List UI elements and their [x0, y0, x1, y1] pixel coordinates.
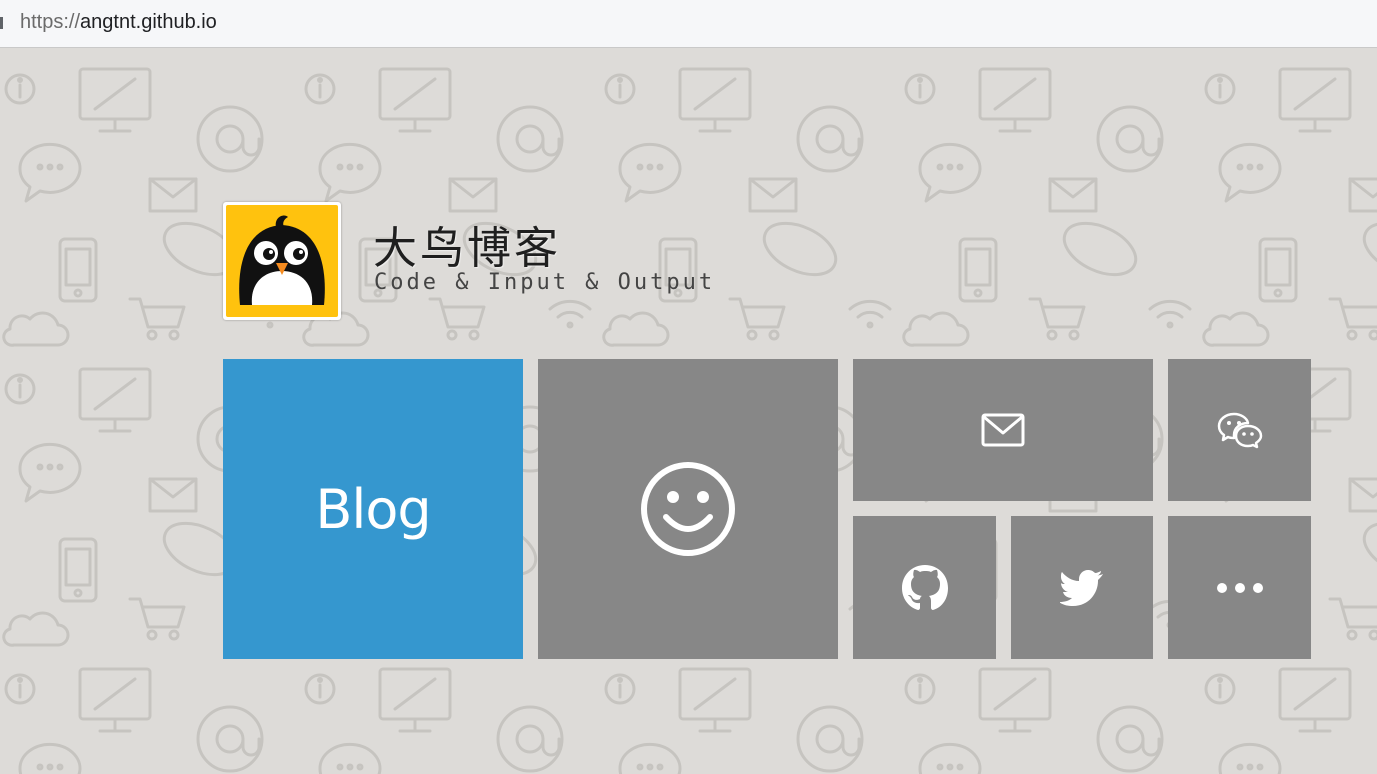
site-subtitle: Code & Input & Output	[374, 270, 716, 295]
avatar[interactable]	[223, 202, 341, 320]
browser-address-bar[interactable]: https://angtnt.github.io	[0, 0, 1377, 48]
more-icon	[1216, 582, 1263, 593]
twitter-tile[interactable]	[1011, 516, 1153, 659]
wechat-tile[interactable]	[1168, 359, 1311, 501]
blog-tile[interactable]: Blog	[223, 359, 523, 659]
about-tile[interactable]	[538, 359, 838, 659]
site-title: 大鸟博客	[373, 223, 561, 274]
url-host: angtnt.github.io	[80, 11, 217, 33]
penguin-avatar-icon	[239, 215, 325, 305]
url-scheme: https://	[20, 11, 81, 33]
email-tile[interactable]	[853, 359, 1153, 501]
smiley-icon	[641, 462, 735, 556]
lock-icon	[0, 17, 3, 29]
more-tile[interactable]	[1168, 516, 1311, 659]
github-tile[interactable]	[853, 516, 996, 659]
mail-icon	[981, 413, 1025, 447]
twitter-icon	[1060, 569, 1103, 606]
url-text[interactable]: https://angtnt.github.io	[20, 11, 217, 34]
wechat-icon	[1217, 412, 1262, 449]
blog-tile-label: Blog	[315, 477, 431, 541]
github-icon	[901, 564, 948, 610]
